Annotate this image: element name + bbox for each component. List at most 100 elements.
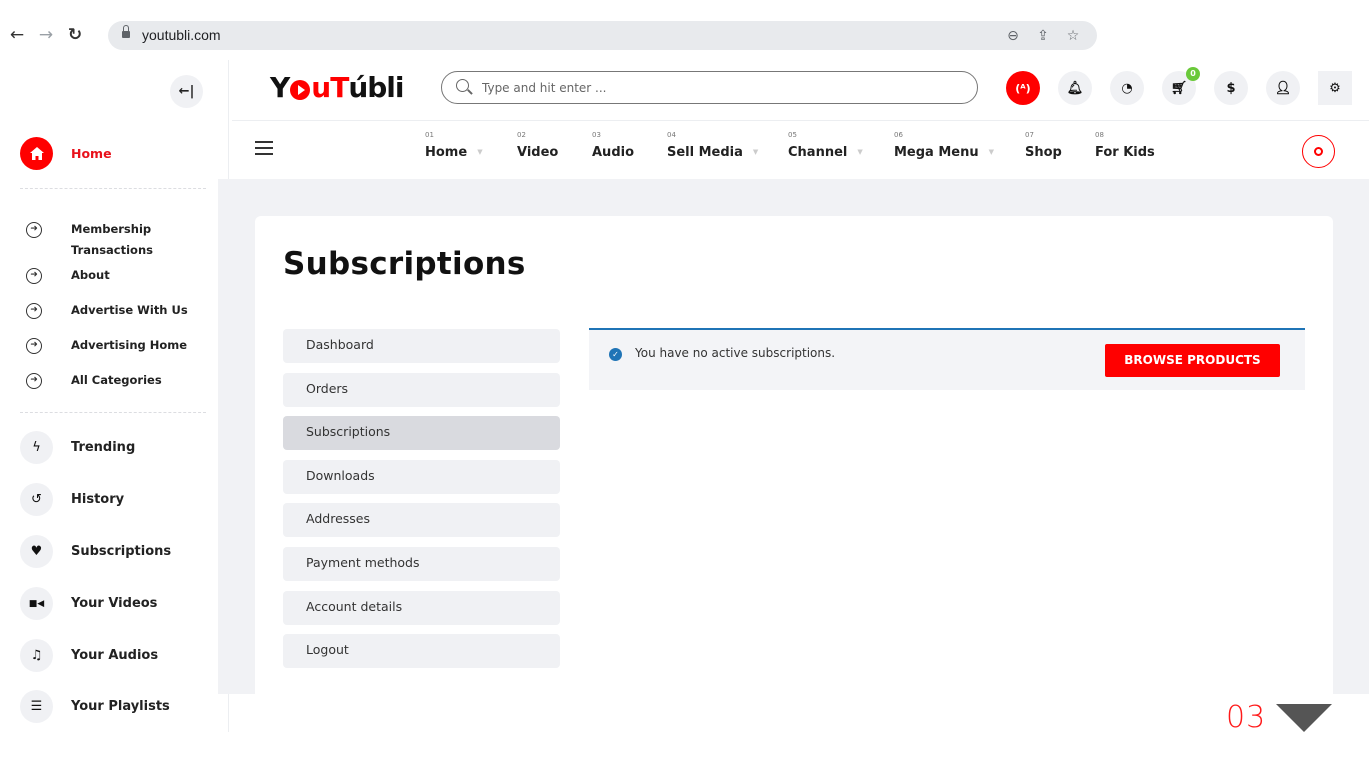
search-input[interactable] — [482, 79, 962, 97]
nav-item-for-kids[interactable]: 08 For Kids — [1095, 131, 1155, 160]
search-icon — [456, 79, 469, 92]
music-icon: ♫ — [20, 639, 53, 672]
zoom-out-icon[interactable]: ⊖ — [1003, 26, 1023, 46]
settings-button[interactable]: ⚙ — [1318, 71, 1352, 105]
nav-number: 01 — [425, 131, 434, 139]
nav-item-home[interactable]: 01 Home ▼ — [425, 131, 483, 160]
video-camera-icon: ■◀ — [20, 587, 53, 620]
nav-label: Video — [517, 145, 559, 160]
arrow-circle-right-icon: ➜ — [26, 373, 42, 389]
share-icon[interactable]: ⇪ — [1033, 26, 1053, 46]
arrow-circle-right-icon: ➜ — [26, 338, 42, 354]
sidebar-item-subscriptions[interactable]: ♥ Subscriptions — [20, 535, 171, 568]
sidebar-item-label: Trending — [71, 440, 136, 455]
forward-arrow-icon[interactable]: → — [35, 24, 57, 46]
account-nav-account-details[interactable]: Account details — [283, 590, 560, 625]
history-button[interactable]: ◔ — [1110, 71, 1144, 105]
account-nav-downloads[interactable]: Downloads — [283, 459, 560, 494]
sidebar-link-label: All Categories — [71, 373, 162, 387]
sidebar-item-your-audios[interactable]: ♫ Your Audios — [20, 639, 158, 672]
nav-item-sell-media[interactable]: 04 Sell Media ▼ — [667, 131, 758, 160]
nav-item-mega-menu[interactable]: 06 Mega Menu ▼ — [894, 131, 994, 160]
heart-icon: ♥ — [20, 535, 53, 568]
sidebar-item-trending[interactable]: ϟ Trending — [20, 431, 135, 464]
sidebar-link-label: About — [71, 268, 110, 282]
sidebar-link-label: Advertise With Us — [71, 303, 188, 317]
nav-item-channel[interactable]: 05 Channel ▼ — [788, 131, 863, 160]
chevron-down-icon: ▼ — [477, 148, 483, 156]
sidebar-link-label: Membership Transactions — [71, 222, 153, 257]
sidebar-item-your-videos[interactable]: ■◀ Your Videos — [20, 587, 157, 620]
check-circle-icon: ✓ — [609, 348, 622, 361]
account-nav-logout[interactable]: Logout — [283, 634, 560, 669]
cart-button[interactable]: 🛒︎ 0 — [1162, 67, 1200, 105]
wallet-button[interactable]: $ — [1214, 71, 1248, 105]
record-button[interactable] — [1302, 135, 1335, 168]
account-button[interactable]: 👤︎ — [1266, 71, 1300, 105]
play-icon — [290, 80, 311, 100]
nav-item-video[interactable]: 02 Video — [517, 131, 558, 160]
nav-item-shop[interactable]: 07 Shop — [1025, 131, 1062, 160]
nav-number: 07 — [1025, 131, 1034, 139]
clock-icon: ◔ — [1121, 80, 1133, 96]
nav-number: 02 — [517, 131, 526, 139]
account-nav-dashboard[interactable]: Dashboard — [283, 329, 560, 363]
chevron-down-icon: ▼ — [752, 148, 759, 156]
nav-label: Channel — [788, 145, 848, 160]
sidebar-item-history[interactable]: ↺ History — [20, 483, 124, 516]
sidebar-divider — [20, 188, 206, 189]
home-icon — [20, 137, 53, 170]
sidebar-item-home[interactable]: Home — [20, 137, 112, 170]
nav-label: Home — [425, 145, 468, 160]
info-notice: ✓ You have no active subscriptions. BROW… — [589, 328, 1305, 390]
list-icon: ☰ — [20, 690, 53, 723]
sidebar-item-label: History — [71, 492, 125, 507]
arrow-circle-right-icon: ➜ — [26, 268, 42, 284]
back-arrow-icon[interactable]: ← — [6, 24, 28, 46]
address-bar[interactable]: youtubli.com ⊖ ⇪ ☆ — [108, 21, 1097, 50]
nav-number: 08 — [1095, 131, 1104, 139]
account-nav-addresses[interactable]: Addresses — [283, 503, 560, 538]
browser-toolbar: ← → ↻ youtubli.com ⊖ ⇪ ☆ — [0, 0, 1369, 66]
url-text[interactable]: youtubli.com — [142, 27, 221, 43]
nav-number: 06 — [894, 131, 903, 139]
page-title: Subscriptions — [283, 246, 526, 282]
bookmark-star-icon[interactable]: ☆ — [1063, 26, 1083, 46]
nav-label: Audio — [592, 145, 635, 160]
nav-label: For Kids — [1095, 145, 1155, 160]
sidebar-link-about[interactable]: ➜ About — [26, 268, 110, 286]
cart-icon: 🛒︎ — [1170, 80, 1188, 96]
live-broadcast-button[interactable]: (ᴬ) — [1006, 71, 1040, 105]
gear-icon: ⚙ — [1329, 80, 1341, 96]
arrow-circle-right-icon: ➜ — [26, 222, 42, 238]
nav-item-audio[interactable]: 03 Audio — [592, 131, 634, 160]
sidebar-link-membership-transactions[interactable]: ➜ Membership Transactions — [26, 222, 161, 261]
bell-icon: 🔔︎ — [1066, 80, 1084, 96]
logo-text: u — [311, 71, 331, 104]
notifications-button[interactable]: 🔔︎ — [1058, 71, 1092, 105]
sidebar-item-label: Subscriptions — [71, 544, 172, 559]
account-nav-orders[interactable]: Orders — [283, 372, 560, 407]
sidebar-item-label: Home — [71, 146, 112, 161]
site-logo[interactable]: Y u T úbli — [270, 71, 405, 104]
collapse-arrow-icon: ←| — [178, 84, 195, 99]
account-nav-payment-methods[interactable]: Payment methods — [283, 546, 560, 581]
account-nav-subscriptions[interactable]: Subscriptions — [283, 416, 560, 451]
triangle-down-icon[interactable] — [1276, 703, 1333, 732]
nav-number: 03 — [592, 131, 601, 139]
browse-products-button[interactable]: BROWSE PRODUCTS — [1105, 344, 1280, 377]
hamburger-menu-icon[interactable] — [255, 141, 273, 155]
sidebar-item-label: Your Videos — [71, 596, 158, 611]
logo-text: Y — [270, 71, 290, 104]
collapse-sidebar-button[interactable]: ←| — [170, 75, 203, 108]
user-shield-icon: 👤︎ — [1274, 80, 1292, 96]
sidebar-link-advertising-home[interactable]: ➜ Advertising Home — [26, 338, 187, 356]
sidebar-item-your-playlists[interactable]: ☰ Your Playlists — [20, 690, 170, 723]
reload-icon[interactable]: ↻ — [64, 24, 86, 46]
cart-count-badge: 0 — [1186, 67, 1200, 81]
chevron-down-icon: ▼ — [988, 148, 995, 156]
sidebar-link-advertise-with-us[interactable]: ➜ Advertise With Us — [26, 303, 188, 321]
search-box[interactable] — [441, 71, 978, 104]
sidebar-link-all-categories[interactable]: ➜ All Categories — [26, 373, 162, 391]
nav-number: 05 — [788, 131, 797, 139]
